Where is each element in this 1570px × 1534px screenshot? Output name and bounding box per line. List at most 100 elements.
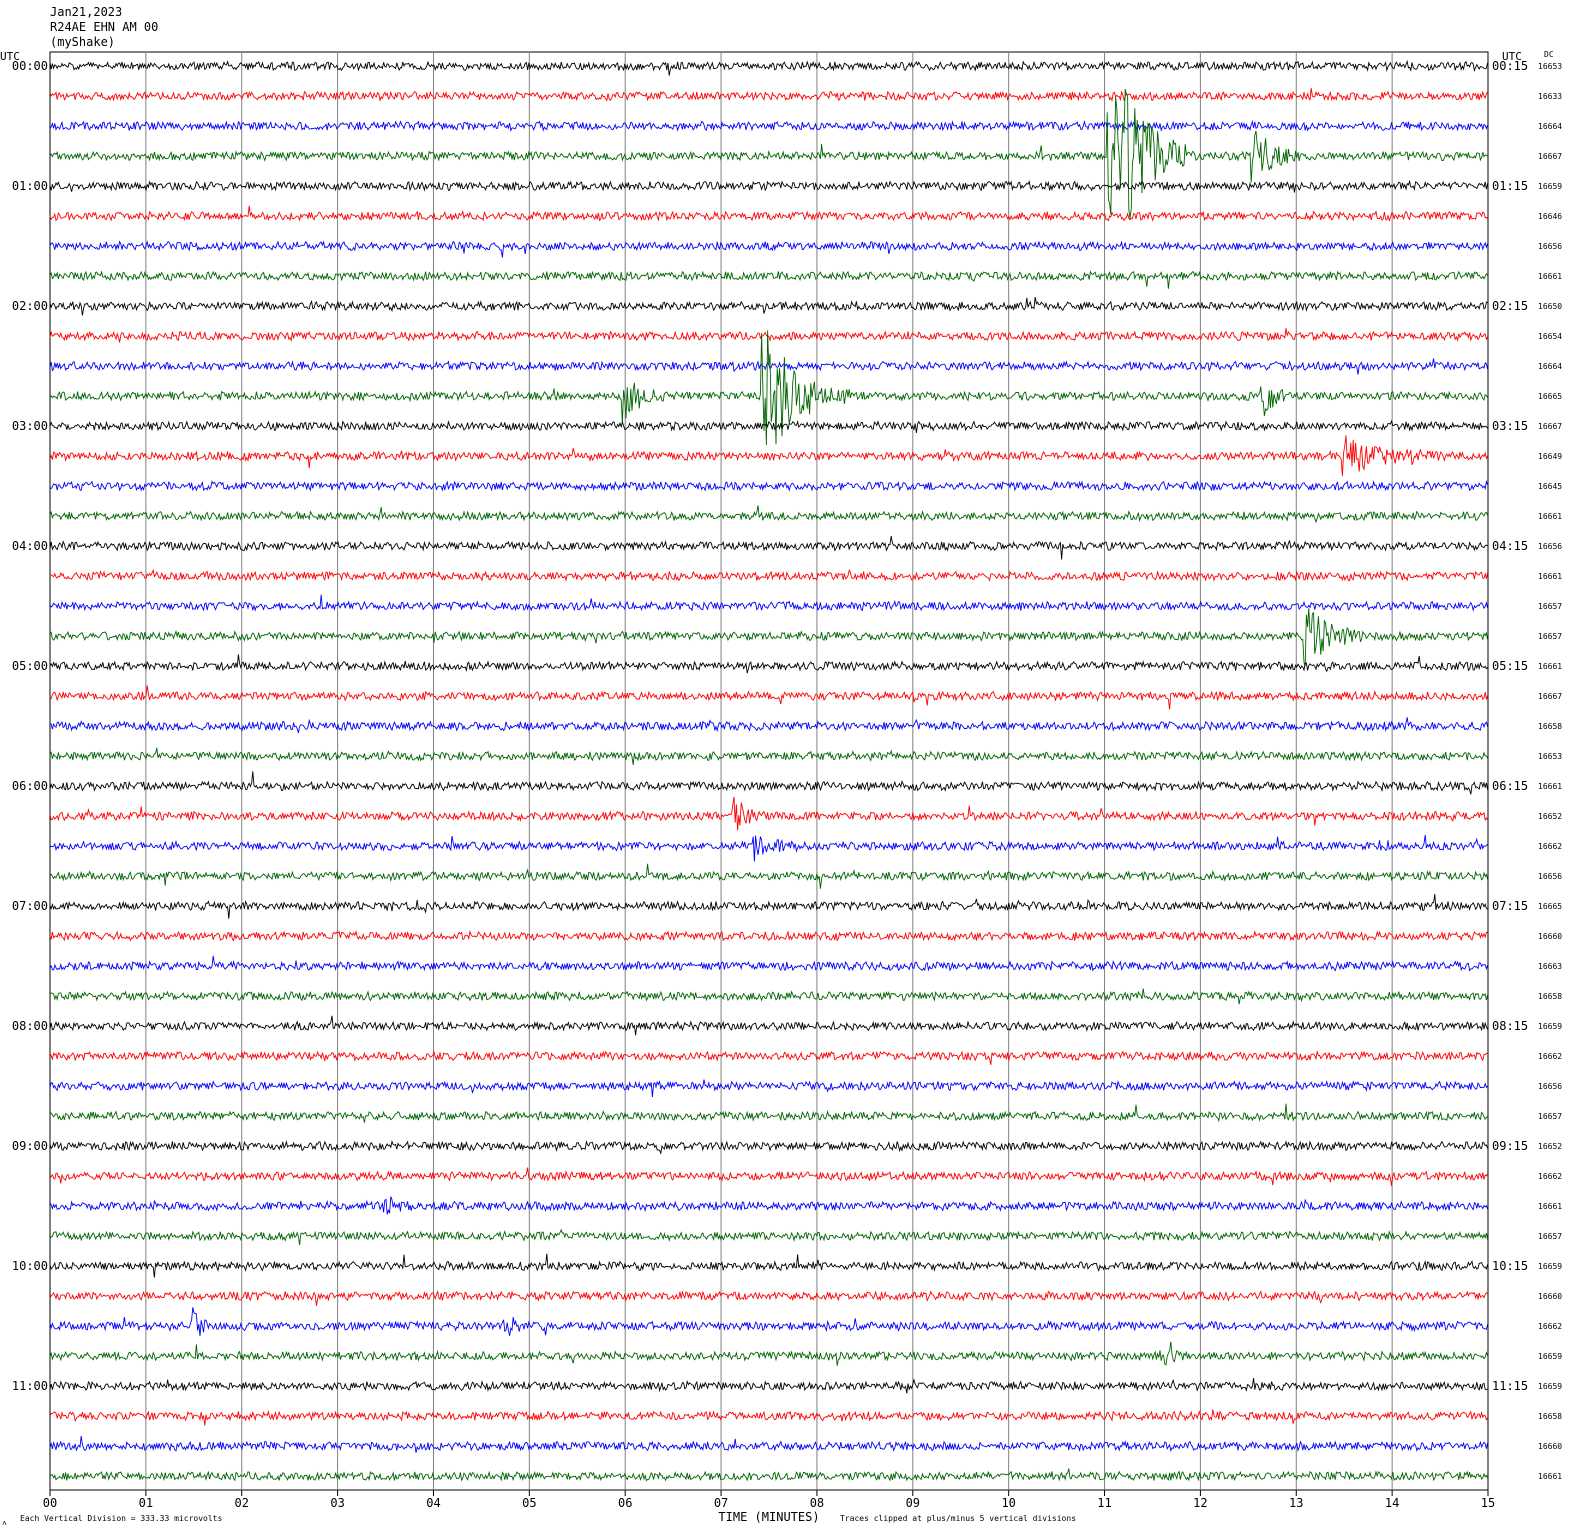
left-hour-label: 07:00 (12, 899, 48, 913)
seismic-trace (49, 535, 1488, 560)
right-hour-label: 03:15 (1492, 419, 1528, 433)
seismic-trace (49, 796, 1488, 831)
seismic-trace (49, 608, 1489, 667)
seismic-trace (49, 88, 1488, 219)
x-tick-label: 07 (714, 1496, 728, 1510)
seismic-trace (49, 771, 1489, 795)
left-hour-label: 08:00 (12, 1019, 48, 1033)
dc-value: 16662 (1538, 1052, 1562, 1061)
seismic-trace (49, 205, 1488, 222)
dc-value: 16656 (1538, 1082, 1562, 1091)
seismic-trace (49, 1253, 1489, 1278)
dc-value: 16665 (1538, 392, 1562, 401)
dc-value: 16659 (1538, 1262, 1562, 1271)
dc-value: 16658 (1538, 992, 1562, 1001)
seismic-trace (49, 1228, 1489, 1246)
dc-value: 16654 (1538, 332, 1562, 341)
dc-value: 16645 (1538, 482, 1562, 491)
header-date: Jan21,2023 (50, 5, 122, 19)
x-tick-label: 08 (810, 1496, 824, 1510)
seismic-trace (49, 1139, 1489, 1155)
left-hour-label: 06:00 (12, 779, 48, 793)
seismic-trace (49, 834, 1488, 862)
footer-note-left: Each Vertical Division = 333.33 microvol… (20, 1514, 222, 1523)
seismic-trace (49, 1377, 1488, 1394)
dc-value: 16660 (1538, 1442, 1562, 1451)
x-axis-title: TIME (MINUTES) (718, 1510, 819, 1524)
seismic-trace (49, 1103, 1488, 1123)
x-tick-label: 06 (618, 1496, 632, 1510)
left-hour-label: 04:00 (12, 539, 48, 553)
dc-value: 16662 (1538, 1172, 1562, 1181)
dc-value: 16662 (1538, 1322, 1562, 1331)
seismic-trace (49, 1079, 1488, 1098)
seismic-trace (49, 988, 1489, 1005)
dc-value: 16646 (1538, 212, 1562, 221)
seismic-trace (49, 1307, 1489, 1336)
left-hour-label: 01:00 (12, 179, 48, 193)
right-hour-label: 01:15 (1492, 179, 1528, 193)
header-source: (myShake) (50, 35, 115, 49)
x-tick-label: 15 (1481, 1496, 1495, 1510)
seismic-trace (49, 505, 1489, 524)
seismic-trace (49, 717, 1489, 734)
dc-value: 16656 (1538, 242, 1562, 251)
seismic-trace (49, 240, 1489, 258)
right-hour-label: 04:15 (1492, 539, 1528, 553)
right-hour-label: 11:15 (1492, 1379, 1528, 1393)
seismic-trace (49, 1290, 1488, 1306)
left-hour-label: 05:00 (12, 659, 48, 673)
right-hour-label: 10:15 (1492, 1259, 1528, 1273)
left-hour-label: 00:00 (12, 59, 48, 73)
dc-value: 16661 (1538, 1472, 1562, 1481)
x-tick-label: 09 (906, 1496, 920, 1510)
seismic-trace (49, 955, 1489, 972)
dc-value: 16667 (1538, 692, 1562, 701)
seismic-trace (49, 1050, 1488, 1065)
x-tick-label: 11 (1097, 1496, 1111, 1510)
x-tick-label: 13 (1289, 1496, 1303, 1510)
seismic-trace (49, 1196, 1489, 1215)
dc-value: 16661 (1538, 1202, 1562, 1211)
left-hour-label: 09:00 (12, 1139, 48, 1153)
seismic-trace (49, 479, 1489, 492)
seismic-trace (49, 119, 1489, 132)
dc-value: 16653 (1538, 752, 1562, 761)
dc-value: 16659 (1538, 182, 1562, 191)
dc-value: 16667 (1538, 152, 1562, 161)
dc-value: 16660 (1538, 932, 1562, 941)
seismic-trace (49, 929, 1488, 942)
x-tick-label: 04 (426, 1496, 440, 1510)
seismic-trace (49, 59, 1489, 76)
trace-layer (49, 59, 1489, 1482)
plot-frame (49, 51, 1489, 1491)
x-tick-label: 01 (139, 1496, 153, 1510)
dc-value: 16657 (1538, 632, 1562, 641)
seismic-trace (49, 419, 1488, 433)
dc-value: 16653 (1538, 62, 1562, 71)
dc-value: 16657 (1538, 1232, 1562, 1241)
dc-value: 16652 (1538, 1142, 1562, 1151)
dc-value: 16658 (1538, 722, 1562, 731)
x-tick-label: 02 (235, 1496, 249, 1510)
dc-value: 16661 (1538, 782, 1562, 791)
dc-value: 16665 (1538, 902, 1562, 911)
seismic-trace (49, 594, 1489, 612)
x-tick-label: 12 (1193, 1496, 1207, 1510)
dc-value: 16661 (1538, 512, 1562, 521)
dc-value: 16633 (1538, 92, 1562, 101)
dc-value: 16664 (1538, 122, 1562, 131)
seismic-trace (49, 863, 1489, 889)
seismic-trace (49, 747, 1488, 765)
dc-value: 16663 (1538, 962, 1562, 971)
x-tick-label: 03 (330, 1496, 344, 1510)
dc-value: 16658 (1538, 1412, 1562, 1421)
dc-value: 16650 (1538, 302, 1562, 311)
corner-mark: ˄ (2, 1519, 7, 1528)
dc-value: 16661 (1538, 662, 1562, 671)
dc-value: 16660 (1538, 1292, 1562, 1301)
seismic-trace (49, 654, 1488, 674)
dc-value: 16649 (1538, 452, 1562, 461)
seismic-trace (49, 270, 1488, 289)
x-tick-label: 05 (522, 1496, 536, 1510)
